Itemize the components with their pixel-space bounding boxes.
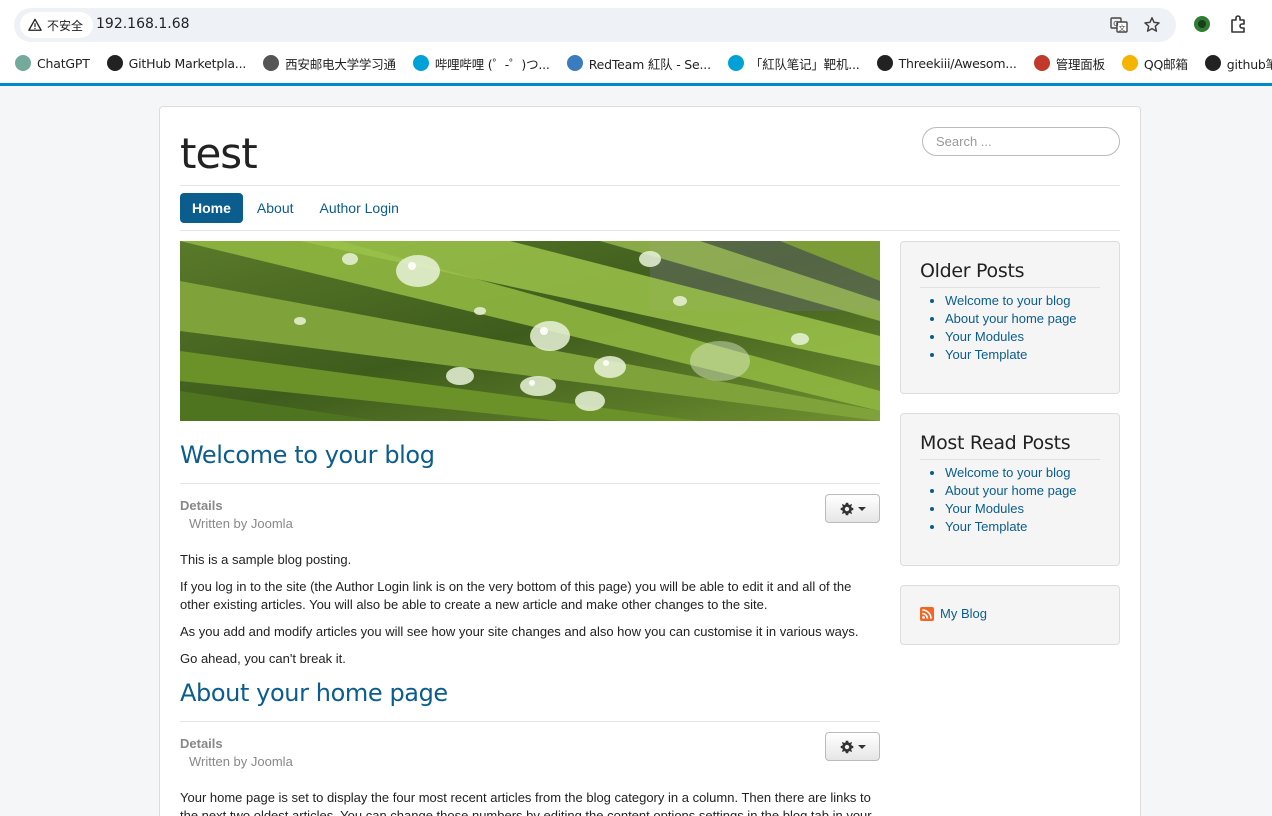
bookmark-label: QQ邮箱: [1143, 56, 1188, 72]
nav-item-author-login[interactable]: Author Login: [308, 193, 411, 223]
older-post-link[interactable]: Your Modules: [945, 328, 1077, 346]
older-posts-module: Older Posts Welcome to your blog About y…: [900, 241, 1120, 394]
warning-icon: [28, 18, 42, 31]
bookmark-favicon-icon: [106, 55, 123, 71]
bookmark-label: 西安邮电大学学习通: [285, 56, 396, 72]
older-posts-title: Older Posts: [920, 260, 1025, 282]
bookmark-star-icon[interactable]: [1142, 15, 1162, 35]
bookmark-item[interactable]: 西安邮电大学学习通: [263, 54, 396, 73]
extension-icon[interactable]: [1192, 14, 1212, 34]
bookmark-label: RedTeam 紅队 - Se...: [588, 56, 711, 72]
bookmark-favicon-icon: [1121, 55, 1138, 71]
feed-label: My Blog: [940, 606, 987, 621]
most-read-title: Most Read Posts: [920, 432, 1071, 454]
feed-module: My Blog: [900, 585, 1120, 645]
main-nav: Home About Author Login: [180, 193, 413, 223]
article-divider: [180, 721, 880, 722]
bookmarks-bar: ChatGPT GitHub Marketpla... 西安邮电大学学习通 哔哩哔哩 …: [0, 50, 1272, 76]
search-input[interactable]: [922, 127, 1120, 156]
header-image: [180, 241, 880, 421]
extensions-puzzle-icon[interactable]: [1228, 14, 1248, 34]
bookmark-label: GitHub Marketpla...: [128, 55, 247, 71]
module-divider: [920, 287, 1100, 288]
module-divider: [920, 459, 1100, 460]
author-line: Written by Joomla: [189, 516, 293, 531]
security-label: 不安全: [47, 18, 84, 33]
browser-chrome: 不安全 192.168.1.68 文G ChatGPT GitHub Market…: [0, 0, 1272, 86]
gear-icon: [840, 740, 853, 753]
url-text[interactable]: 192.168.1.68: [96, 16, 190, 32]
older-posts-list: Welcome to your blog About your home pag…: [945, 292, 1077, 364]
article-divider: [180, 483, 880, 484]
bookmark-item[interactable]: 「紅队笔记」靶机...: [727, 54, 860, 73]
article-paragraph: This is a sample blog posting.: [180, 552, 352, 567]
most-read-link[interactable]: Your Modules: [945, 500, 1077, 518]
page-container: test Home About Author Login: [159, 106, 1141, 816]
bookmark-item[interactable]: QQ邮箱: [1121, 54, 1188, 73]
feed-link[interactable]: My Blog: [920, 606, 987, 621]
rss-icon: [920, 606, 934, 621]
details-label: Details: [180, 736, 223, 751]
address-row: 不安全 192.168.1.68 文G: [0, 0, 1272, 48]
bookmark-favicon-icon: [15, 55, 31, 71]
bookmark-label: ChatGPT: [37, 55, 90, 71]
most-read-link[interactable]: Welcome to your blog: [945, 464, 1077, 482]
bookmark-item[interactable]: github笔记: [1204, 54, 1272, 73]
address-bar[interactable]: 不安全 192.168.1.68 文G: [14, 8, 1176, 42]
svg-text:G: G: [1113, 20, 1118, 28]
author-line: Written by Joomla: [189, 754, 293, 769]
security-chip[interactable]: 不安全: [20, 12, 94, 38]
bookmark-favicon-icon: [412, 55, 429, 71]
caret-down-icon: [857, 744, 866, 749]
nav-item-home[interactable]: Home: [180, 193, 243, 223]
translate-icon[interactable]: 文G: [1109, 15, 1129, 35]
bookmark-favicon-icon: [263, 55, 280, 71]
bookmark-item[interactable]: 管理面板: [1033, 54, 1105, 73]
caret-down-icon: [857, 506, 866, 511]
bookmark-item[interactable]: RedTeam 紅队 - Se...: [566, 54, 711, 73]
page-load-line: [0, 83, 1272, 86]
bookmark-item[interactable]: Threekiii/Awesom...: [876, 55, 1017, 71]
bookmark-label: github笔记: [1226, 56, 1272, 72]
article-paragraph: As you add and modify articles you will …: [180, 624, 859, 639]
nav-divider: [180, 230, 1120, 231]
bookmark-label: Threekiii/Awesom...: [898, 55, 1017, 71]
bookmark-favicon-icon: [566, 55, 583, 71]
most-read-link[interactable]: About your home page: [945, 482, 1077, 500]
article-title-welcome[interactable]: Welcome to your blog: [180, 441, 435, 469]
nav-item-about[interactable]: About: [245, 193, 306, 223]
bookmark-item[interactable]: GitHub Marketpla...: [106, 55, 247, 71]
older-post-link[interactable]: About your home page: [945, 310, 1077, 328]
most-read-module: Most Read Posts Welcome to your blog Abo…: [900, 413, 1120, 566]
site-title[interactable]: test: [180, 129, 258, 178]
most-read-list: Welcome to your blog About your home pag…: [945, 464, 1077, 536]
older-post-link[interactable]: Your Template: [945, 346, 1077, 364]
older-post-link[interactable]: Welcome to your blog: [945, 292, 1077, 310]
article-paragraph: Go ahead, you can't break it.: [180, 651, 346, 666]
bookmark-favicon-icon: [1033, 55, 1050, 71]
gear-icon: [840, 502, 853, 515]
bookmark-favicon-icon: [876, 55, 893, 71]
details-label: Details: [180, 498, 223, 513]
article-title-about-home[interactable]: About your home page: [180, 679, 448, 707]
svg-text:文: 文: [1119, 24, 1126, 33]
bookmark-label: 管理面板: [1055, 56, 1105, 72]
bookmark-label: 「紅队笔记」靶机...: [749, 56, 860, 72]
most-read-link[interactable]: Your Template: [945, 518, 1077, 536]
bookmark-item[interactable]: ChatGPT: [15, 55, 90, 71]
article-paragraph: Your home page is set to display the fou…: [180, 790, 872, 816]
bookmark-item[interactable]: 哔哩哔哩 (゜-゜)つ...: [412, 54, 550, 73]
article-options-button[interactable]: [825, 732, 880, 761]
bookmark-favicon-icon: [1204, 55, 1221, 71]
article-options-button[interactable]: [825, 494, 880, 523]
bookmark-label: 哔哩哔哩 (゜-゜)つ...: [434, 56, 550, 72]
bookmark-favicon-icon: [727, 55, 744, 71]
header-divider: [180, 185, 1120, 186]
article-paragraph: If you log in to the site (the Author Lo…: [180, 579, 852, 612]
